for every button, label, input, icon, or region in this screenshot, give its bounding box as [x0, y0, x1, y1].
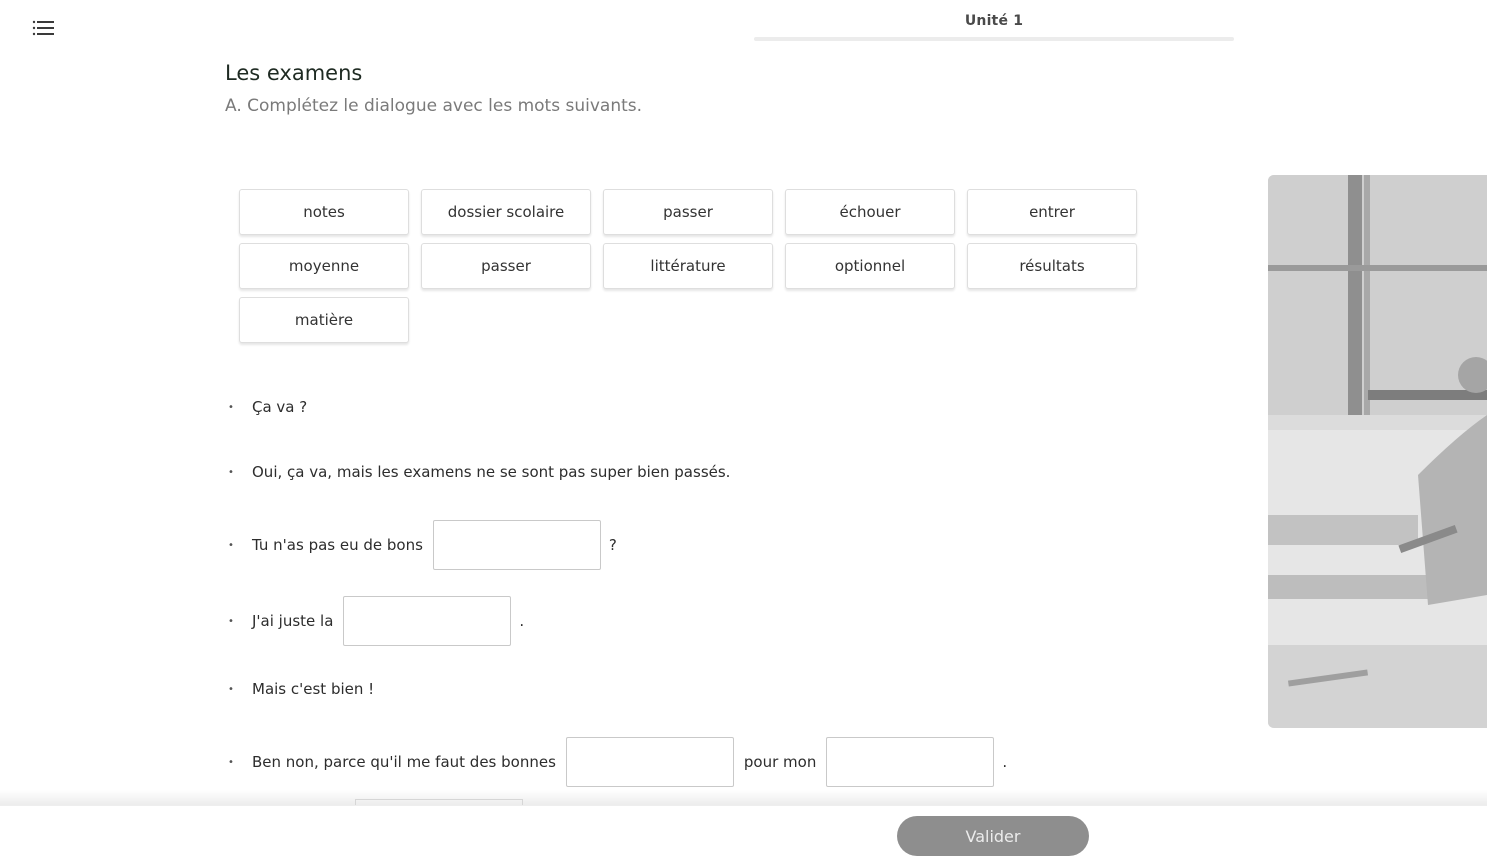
word-chip-echouer[interactable]: échouer [785, 189, 955, 235]
unit-title: Unité 1 [964, 13, 1024, 29]
dialogue-text: Mais c'est bien ! [252, 680, 375, 698]
answer-drop-zone[interactable] [565, 737, 734, 787]
office-photo-image [1268, 175, 1487, 728]
word-chip-moyenne[interactable]: moyenne [239, 243, 409, 289]
footer-fade [0, 790, 1487, 806]
dialogue-text: pour mon [743, 753, 817, 771]
dialogue-bullet: • [228, 401, 234, 413]
answer-drop-zone[interactable] [343, 596, 512, 646]
word-chip-notes[interactable]: notes [239, 189, 409, 235]
footer-bar [0, 805, 1487, 868]
word-chip-passer-2[interactable]: passer [421, 243, 591, 289]
dialogue-text: Oui, ça va, mais les examens ne se sont … [252, 463, 731, 481]
dialogue-text: Tu n'as pas eu de bons [252, 536, 423, 554]
dialogue-bullet: • [228, 466, 234, 478]
dialogue-text: . [519, 612, 525, 630]
dialogue-line: • J'ai juste la . [225, 596, 524, 646]
unit-header: Unité 1 [754, 13, 1234, 41]
dialogue-text: Ça va ? [252, 398, 308, 416]
exercise-instruction: A. Complétez le dialogue avec les mots s… [225, 96, 643, 116]
exercise-title: Les examens [225, 61, 363, 85]
word-chip-optionnel[interactable]: optionnel [785, 243, 955, 289]
word-chip-matiere[interactable]: matière [239, 297, 409, 343]
dialogue-text: . [1002, 753, 1008, 771]
answer-drop-zone[interactable] [826, 737, 995, 787]
dialogue-bullet: • [228, 756, 234, 768]
dialogue-bullet: • [228, 539, 234, 551]
dialogue-text: Ben non, parce qu'il me faut des bonnes [252, 753, 556, 771]
word-bank: notes dossier scolaire passer échouer en… [239, 189, 1141, 343]
word-chip-passer[interactable]: passer [603, 189, 773, 235]
dialogue-line: • Tu n'as pas eu de bons ? [225, 520, 617, 570]
dialogue-bullet: • [228, 615, 234, 627]
dialogue-text: ? [608, 536, 617, 554]
dialogue-text: J'ai juste la [252, 612, 334, 630]
dialogue-line: • Ça va ? [225, 398, 307, 416]
dialogue-line: • Mais c'est bien ! [225, 680, 374, 698]
dialogue-bullet: • [228, 683, 234, 695]
dialogue-line: • Oui, ça va, mais les examens ne se son… [225, 463, 730, 481]
dialogue-line: • Ben non, parce qu'il me faut des bonne… [225, 737, 1007, 787]
word-chip-litterature[interactable]: littérature [603, 243, 773, 289]
validate-button[interactable]: Valider [897, 816, 1089, 856]
word-chip-resultats[interactable]: résultats [967, 243, 1137, 289]
unit-progress-bar [754, 37, 1234, 41]
word-chip-dossier-scolaire[interactable]: dossier scolaire [421, 189, 591, 235]
menu-button[interactable] [31, 17, 57, 39]
hamburger-menu-icon [32, 20, 54, 36]
word-chip-entrer[interactable]: entrer [967, 189, 1137, 235]
answer-drop-zone[interactable] [432, 520, 601, 570]
side-photo [1268, 175, 1487, 728]
